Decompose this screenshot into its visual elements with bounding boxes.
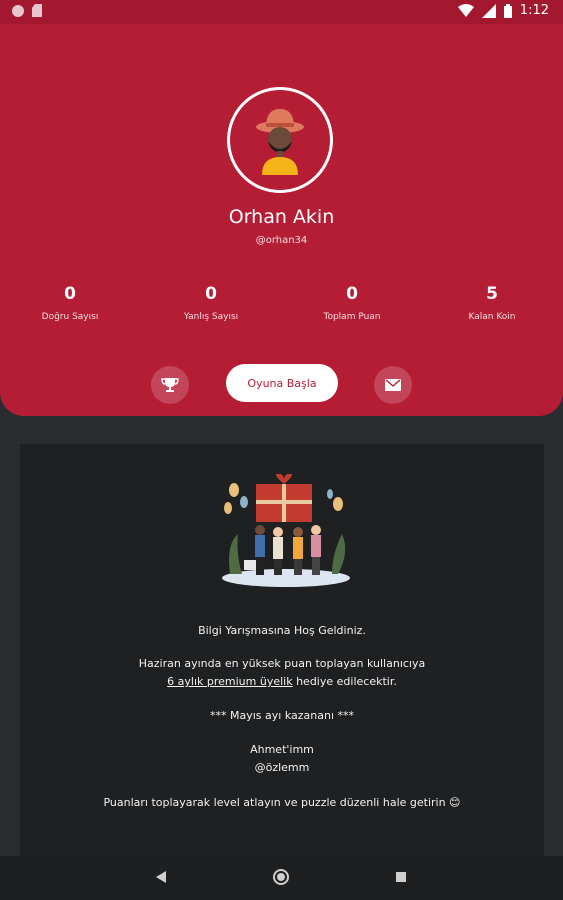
clock: 1:12 xyxy=(519,3,549,18)
battery-icon xyxy=(503,3,512,18)
stat-correct: 0 Doğru Sayısı xyxy=(10,284,130,322)
celebration-gift-illustration xyxy=(222,474,350,587)
signal-icon xyxy=(481,3,496,18)
welcome-text: Bilgi Yarışmasına Hoş Geldiniz. xyxy=(198,624,366,637)
messages-button[interactable] xyxy=(374,366,412,404)
winner-name-2: @özlemm xyxy=(254,761,310,774)
wifi-icon xyxy=(457,3,474,17)
person-with-hat-avatar-icon xyxy=(256,109,304,175)
stat-total-score: 0 Toplam Puan xyxy=(292,284,412,322)
profile-header: Orhan Akin @orhan34 0 Doğru Sayısı 0 Yan… xyxy=(0,24,563,416)
stat-value: 0 xyxy=(346,284,358,304)
system-navigation-bar xyxy=(0,856,563,900)
back-icon[interactable] xyxy=(156,871,166,883)
prize-text-line1: Haziran ayında en yüksek puan toplayan k… xyxy=(138,657,426,670)
stat-label: Toplam Puan xyxy=(323,312,381,322)
stat-remaining-coins: 5 Kalan Koin xyxy=(432,284,552,322)
leaderboard-button[interactable] xyxy=(151,366,189,404)
recent-apps-icon[interactable] xyxy=(396,872,406,882)
winner-name-1: Ahmet'imm xyxy=(250,743,314,756)
prize-text-suffix: hediye edilecektir. xyxy=(292,675,397,688)
stat-value: 0 xyxy=(205,284,217,304)
stat-value: 0 xyxy=(64,284,76,304)
stat-wrong: 0 Yanlış Sayısı xyxy=(151,284,271,322)
winner-header: *** Mayıs ayı kazananı *** xyxy=(210,709,354,722)
home-icon[interactable] xyxy=(273,869,289,885)
profile-handle: @orhan34 xyxy=(255,235,308,246)
announcement-card: Bilgi Yarışmasına Hoş Geldiniz. Haziran … xyxy=(20,444,544,856)
start-game-button[interactable]: Oyuna Başla xyxy=(226,364,338,402)
profile-name: Orhan Akin xyxy=(228,206,335,228)
stat-value: 5 xyxy=(486,284,498,304)
stats-row: 0 Doğru Sayısı 0 Yanlış Sayısı 0 Toplam … xyxy=(0,284,563,334)
prize-text-line2: 6 aylık premium üyelik hediye edilecekti… xyxy=(20,675,544,688)
notification-dot-icon xyxy=(12,4,24,17)
tip-text: Puanları toplayarak level atlayın ve puz… xyxy=(103,796,461,809)
status-bar: 1:12 xyxy=(0,0,563,24)
mail-icon xyxy=(385,379,401,391)
stat-label: Yanlış Sayısı xyxy=(183,312,239,322)
stat-label: Doğru Sayısı xyxy=(41,312,99,322)
sd-card-icon xyxy=(32,4,42,17)
avatar[interactable] xyxy=(227,87,333,193)
stat-label: Kalan Koin xyxy=(468,312,516,322)
premium-membership-link[interactable]: 6 aylık premium üyelik xyxy=(167,675,292,688)
trophy-icon xyxy=(161,378,179,392)
